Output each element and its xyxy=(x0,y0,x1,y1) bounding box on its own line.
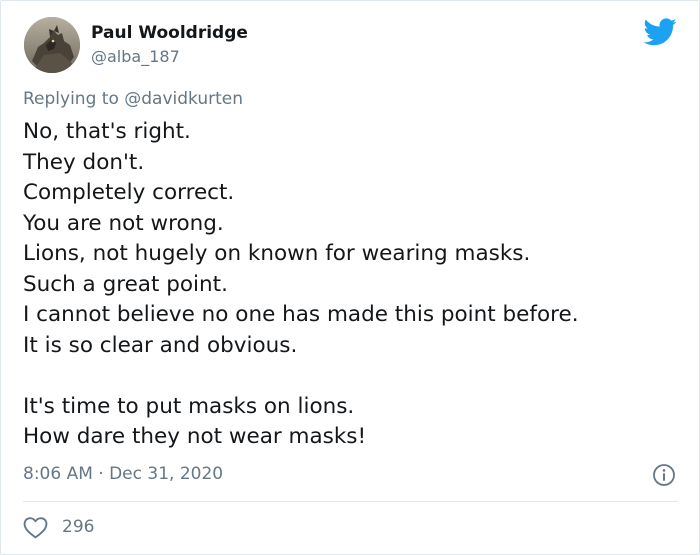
tweet-line: Lions, not hugely on known for wearing m… xyxy=(23,241,531,266)
like-count: 296 xyxy=(62,517,95,537)
twitter-bird-icon[interactable] xyxy=(644,18,677,46)
tweet-text: No, that's right. They don't. Completely… xyxy=(23,117,683,453)
tweet-line: I cannot believe no one has made this po… xyxy=(23,302,579,327)
tweet-line: No, that's right. xyxy=(23,119,191,144)
tweet-line: They don't. xyxy=(23,149,145,175)
avatar[interactable] xyxy=(24,17,80,73)
info-icon[interactable] xyxy=(652,463,676,487)
tweet-timestamp[interactable]: 8:06 AM · Dec 31, 2020 xyxy=(23,464,223,484)
tweet-line: Completely correct. xyxy=(23,180,235,205)
author-name[interactable]: Paul Wooldridge xyxy=(91,23,248,43)
tweet-line: You are not wrong. xyxy=(23,210,224,236)
author-handle[interactable]: @alba_187 xyxy=(91,47,180,66)
tweet-card: Paul Wooldridge @alba_187 Replying to @d… xyxy=(0,0,700,555)
heart-icon xyxy=(23,516,48,538)
reply-context: Replying to @davidkurten xyxy=(23,89,243,109)
reply-mention-link[interactable]: @davidkurten xyxy=(124,89,243,109)
reply-prefix: Replying to xyxy=(23,89,119,109)
tweet-line: It is so clear and obvious. xyxy=(23,332,298,358)
tweet-line: How dare they not wear masks! xyxy=(23,424,367,449)
tweet-line: Such a great point. xyxy=(23,271,228,297)
wolf-avatar-icon xyxy=(24,17,80,73)
divider xyxy=(23,501,678,502)
like-button[interactable]: 296 xyxy=(23,514,94,540)
tweet-line: It's time to put masks on lions. xyxy=(23,393,355,419)
